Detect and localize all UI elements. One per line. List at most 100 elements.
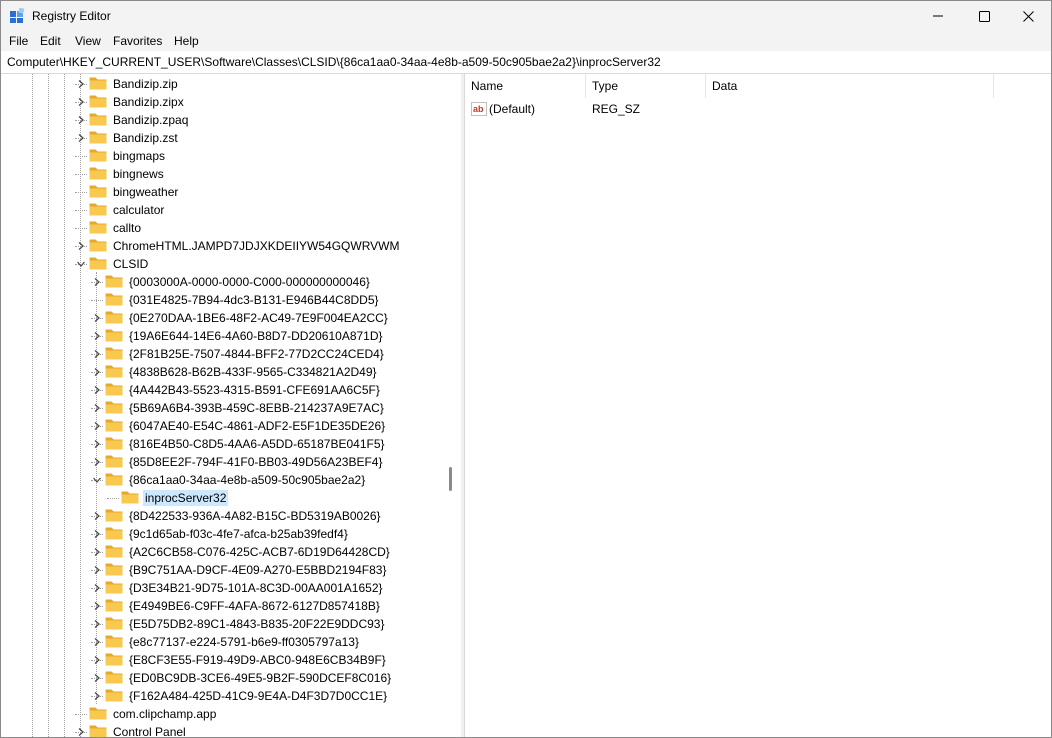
- folder-icon: [87, 94, 111, 111]
- tree-item[interactable]: Bandizip.zip: [75, 75, 180, 93]
- tree-item[interactable]: {ED0BC9DB-3CE6-49E5-9B2F-590DCEF8C016}: [91, 669, 393, 687]
- chevron-right-icon[interactable]: [75, 129, 87, 147]
- tree-item[interactable]: {031E4825-7B94-4dc3-B131-E946B44C8DD5}: [91, 291, 381, 309]
- tree-item-label: Control Panel: [113, 725, 186, 737]
- chevron-right-icon[interactable]: [75, 111, 87, 129]
- tree-item-label: Bandizip.zipx: [113, 95, 184, 109]
- menu-file[interactable]: File: [9, 34, 28, 48]
- chevron-right-icon[interactable]: [91, 309, 103, 327]
- chevron-right-icon[interactable]: [91, 363, 103, 381]
- tree-item-label: {8D422533-936A-4A82-B15C-BD5319AB0026}: [129, 509, 381, 523]
- tree-item[interactable]: {E4949BE6-C9FF-4AFA-8672-6127D857418B}: [91, 597, 382, 615]
- chevron-right-icon[interactable]: [91, 345, 103, 363]
- chevron-right-icon[interactable]: [91, 615, 103, 633]
- tree-item[interactable]: Bandizip.zpaq: [75, 111, 190, 129]
- menu-favorites[interactable]: Favorites: [113, 34, 162, 48]
- tree-item[interactable]: inprocServer32: [107, 489, 229, 507]
- values-list-pane[interactable]: Name Type Data ab (Default) REG_SZ: [465, 74, 1051, 737]
- tree-item[interactable]: {e8c77137-e224-5791-b6e9-ff0305797a13}: [91, 633, 361, 651]
- title-bar[interactable]: Registry Editor: [1, 1, 1051, 31]
- address-bar[interactable]: Computer\HKEY_CURRENT_USER\Software\Clas…: [1, 51, 1051, 74]
- tree-item[interactable]: {6047AE40-E54C-4861-ADF2-E5F1DE35DE26}: [91, 417, 387, 435]
- chevron-right-icon[interactable]: [91, 687, 103, 705]
- folder-icon: [103, 670, 127, 687]
- chevron-right-icon[interactable]: [91, 453, 103, 471]
- tree-item[interactable]: {B9C751AA-D9CF-4E09-A270-E5BBD2194F83}: [91, 561, 388, 579]
- tree-item[interactable]: Bandizip.zst: [75, 129, 180, 147]
- chevron-right-icon[interactable]: [91, 273, 103, 291]
- chevron-right-icon[interactable]: [75, 93, 87, 111]
- chevron-right-icon[interactable]: [91, 399, 103, 417]
- minimize-button[interactable]: [915, 1, 961, 31]
- chevron-right-icon[interactable]: [91, 507, 103, 525]
- tree-item[interactable]: {816E4B50-C8D5-4AA6-A5DD-65187BE041F5}: [91, 435, 387, 453]
- chevron-right-icon[interactable]: [91, 633, 103, 651]
- tree-item[interactable]: {0003000A-0000-0000-C000-000000000046}: [91, 273, 372, 291]
- chevron-right-icon[interactable]: [75, 723, 87, 737]
- tree-item[interactable]: {A2C6CB58-C076-425C-ACB7-6D19D64428CD}: [91, 543, 392, 561]
- folder-icon: [103, 274, 127, 291]
- folder-icon: [103, 562, 127, 579]
- tree-item-label: {A2C6CB58-C076-425C-ACB7-6D19D64428CD}: [129, 545, 390, 559]
- tree-item[interactable]: {F162A484-425D-41C9-9E4A-D4F3D7D0CC1E}: [91, 687, 389, 705]
- tree-item[interactable]: {E8CF3E55-F919-49D9-ABC0-948E6CB34B9F}: [91, 651, 388, 669]
- tree-item[interactable]: calculator: [75, 201, 166, 219]
- chevron-right-icon[interactable]: [91, 435, 103, 453]
- menu-edit[interactable]: Edit: [40, 34, 61, 48]
- tree-guide-line: [48, 74, 49, 737]
- folder-icon: [87, 256, 111, 273]
- chevron-right-icon[interactable]: [91, 417, 103, 435]
- close-icon: [1022, 10, 1034, 22]
- tree-item[interactable]: ChromeHTML.JAMPD7JDJXKDEIIYW54GQWRVWM: [75, 237, 401, 255]
- tree-item-label: CLSID: [113, 257, 149, 271]
- folder-icon: [87, 76, 111, 93]
- tree-item-label: ChromeHTML.JAMPD7JDJXKDEIIYW54GQWRVWM: [113, 239, 400, 253]
- menu-help[interactable]: Help: [174, 34, 199, 48]
- chevron-right-icon[interactable]: [75, 237, 87, 255]
- tree-item[interactable]: {8D422533-936A-4A82-B15C-BD5319AB0026}: [91, 507, 383, 525]
- tree-item[interactable]: {85D8EE2F-794F-41F0-BB03-49D56A23BEF4}: [91, 453, 384, 471]
- chevron-right-icon[interactable]: [91, 543, 103, 561]
- tree-item[interactable]: {9c1d65ab-f03c-4fe7-afca-b25ab39fedf4}: [91, 525, 350, 543]
- chevron-down-icon[interactable]: [91, 471, 103, 489]
- chevron-down-icon[interactable]: [75, 255, 87, 273]
- chevron-right-icon[interactable]: [91, 597, 103, 615]
- tree-item[interactable]: bingnews: [75, 165, 166, 183]
- column-header-name[interactable]: Name: [465, 74, 586, 98]
- address-path[interactable]: Computer\HKEY_CURRENT_USER\Software\Clas…: [7, 55, 661, 69]
- menu-view[interactable]: View: [75, 34, 101, 48]
- tree-item[interactable]: {86ca1aa0-34aa-4e8b-a509-50c905bae2a2}: [91, 471, 367, 489]
- tree-item[interactable]: {2F81B25E-7507-4844-BFF2-77D2CC24CED4}: [91, 345, 386, 363]
- tree-item[interactable]: {4A442B43-5523-4315-B591-CFE691AA6C5F}: [91, 381, 382, 399]
- tree-item[interactable]: {E5D75DB2-89C1-4843-B835-20F22E9DDC93}: [91, 615, 387, 633]
- tree-scrollbar-thumb[interactable]: [449, 467, 452, 491]
- chevron-right-icon[interactable]: [91, 579, 103, 597]
- tree-item[interactable]: {D3E34B21-9D75-101A-8C3D-00AA001A1652}: [91, 579, 385, 597]
- value-row[interactable]: ab (Default) REG_SZ: [465, 100, 1051, 118]
- tree-item[interactable]: Control Panel: [75, 723, 188, 737]
- tree-item[interactable]: {19A6E644-14E6-4A60-B8D7-DD20610A871D}: [91, 327, 385, 345]
- column-header-type[interactable]: Type: [586, 74, 706, 98]
- key-tree-pane[interactable]: Bandizip.zip Bandizip.zipx Bandizip.zpaq Ba…: [1, 74, 462, 737]
- tree-item[interactable]: Bandizip.zipx: [75, 93, 186, 111]
- chevron-right-icon[interactable]: [91, 561, 103, 579]
- chevron-right-icon[interactable]: [91, 327, 103, 345]
- chevron-right-icon[interactable]: [91, 669, 103, 687]
- chevron-right-icon[interactable]: [91, 525, 103, 543]
- chevron-right-icon[interactable]: [91, 651, 103, 669]
- tree-item[interactable]: bingweather: [75, 183, 180, 201]
- tree-item[interactable]: {4838B628-B62B-433F-9565-C334821A2D49}: [91, 363, 379, 381]
- tree-item[interactable]: bingmaps: [75, 147, 167, 165]
- tree-item[interactable]: {5B69A6B4-393B-459C-8EBB-214237A9E7AC}: [91, 399, 386, 417]
- maximize-button[interactable]: [961, 1, 1007, 31]
- tree-item[interactable]: CLSID: [75, 255, 150, 273]
- chevron-right-icon[interactable]: [75, 75, 87, 93]
- column-header-data[interactable]: Data: [706, 74, 994, 98]
- close-button[interactable]: [1005, 1, 1051, 31]
- tree-item[interactable]: {0E270DAA-1BE6-48F2-AC49-7E9F004EA2CC}: [91, 309, 390, 327]
- minimize-icon: [933, 15, 943, 17]
- tree-item[interactable]: com.clipchamp.app: [75, 705, 218, 723]
- window-title: Registry Editor: [32, 9, 111, 23]
- tree-item[interactable]: callto: [75, 219, 143, 237]
- chevron-right-icon[interactable]: [91, 381, 103, 399]
